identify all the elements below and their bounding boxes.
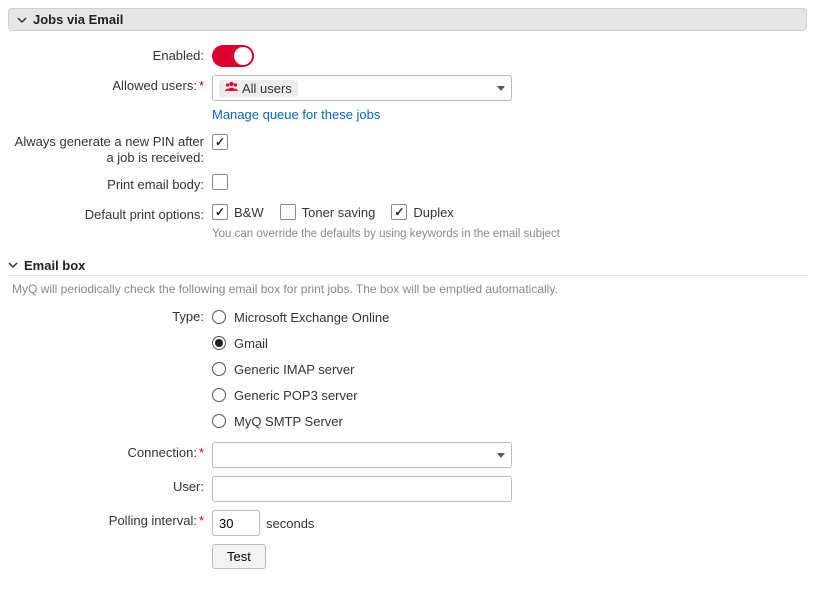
- type-radio-pop3[interactable]: [212, 388, 226, 402]
- polling-interval-input[interactable]: [212, 510, 260, 536]
- caret-down-icon: [497, 86, 505, 91]
- generate-pin-checkbox[interactable]: [212, 134, 228, 150]
- section-title: Jobs via Email: [33, 12, 123, 27]
- label-connection: Connection:: [128, 445, 197, 460]
- section-header-jobs-via-email[interactable]: Jobs via Email: [8, 8, 807, 31]
- allowed-users-chip-label: All users: [242, 81, 292, 96]
- email-box-description: MyQ will periodically check the followin…: [12, 282, 807, 296]
- manage-queue-link[interactable]: Manage queue for these jobs: [212, 107, 380, 122]
- section-header-email-box[interactable]: Email box: [8, 258, 807, 273]
- caret-down-icon: [497, 453, 505, 458]
- required-marker: *: [199, 513, 204, 528]
- chevron-down-icon: [8, 258, 18, 273]
- bw-label[interactable]: B&W: [234, 205, 264, 220]
- enabled-toggle[interactable]: [212, 45, 254, 67]
- type-radio-pop3-label[interactable]: Generic POP3 server: [234, 388, 358, 403]
- connection-select[interactable]: [212, 442, 512, 468]
- duplex-label[interactable]: Duplex: [413, 205, 453, 220]
- required-marker: *: [199, 445, 204, 460]
- label-print-email-body: Print email body:: [8, 174, 212, 196]
- type-radio-imap-label[interactable]: Generic IMAP server: [234, 362, 354, 377]
- type-radio-imap[interactable]: [212, 362, 226, 376]
- type-radio-gmail[interactable]: [212, 336, 226, 350]
- type-radio-mso-label[interactable]: Microsoft Exchange Online: [234, 310, 389, 325]
- type-radio-myq-label[interactable]: MyQ SMTP Server: [234, 414, 343, 429]
- type-radio-myq[interactable]: [212, 414, 226, 428]
- label-enabled: Enabled:: [8, 45, 212, 67]
- label-default-print-options: Default print options:: [8, 204, 212, 226]
- toggle-knob: [234, 47, 252, 65]
- label-allowed-users: Allowed users:: [112, 78, 197, 93]
- section-title: Email box: [24, 258, 85, 273]
- allowed-users-chip: All users: [219, 80, 298, 97]
- toner-saving-checkbox[interactable]: [280, 204, 296, 220]
- test-button[interactable]: Test: [212, 544, 266, 569]
- duplex-checkbox[interactable]: [391, 204, 407, 220]
- required-marker: *: [199, 78, 204, 93]
- print-email-body-checkbox[interactable]: [212, 174, 228, 190]
- type-radio-mso[interactable]: [212, 310, 226, 324]
- allowed-users-select[interactable]: All users: [212, 75, 512, 101]
- chevron-down-icon: [17, 15, 27, 25]
- users-icon: [225, 81, 238, 95]
- toner-saving-label[interactable]: Toner saving: [302, 205, 376, 220]
- label-polling-interval: Polling interval:: [109, 513, 197, 528]
- type-radio-gmail-label[interactable]: Gmail: [234, 336, 268, 351]
- defaults-hint: You can override the defaults by using k…: [212, 228, 807, 240]
- label-user: User:: [8, 476, 212, 498]
- bw-checkbox[interactable]: [212, 204, 228, 220]
- label-generate-pin: Always generate a new PIN after a job is…: [8, 134, 212, 166]
- user-input[interactable]: [212, 476, 512, 502]
- polling-interval-unit: seconds: [266, 516, 314, 531]
- label-type: Type:: [8, 306, 212, 328]
